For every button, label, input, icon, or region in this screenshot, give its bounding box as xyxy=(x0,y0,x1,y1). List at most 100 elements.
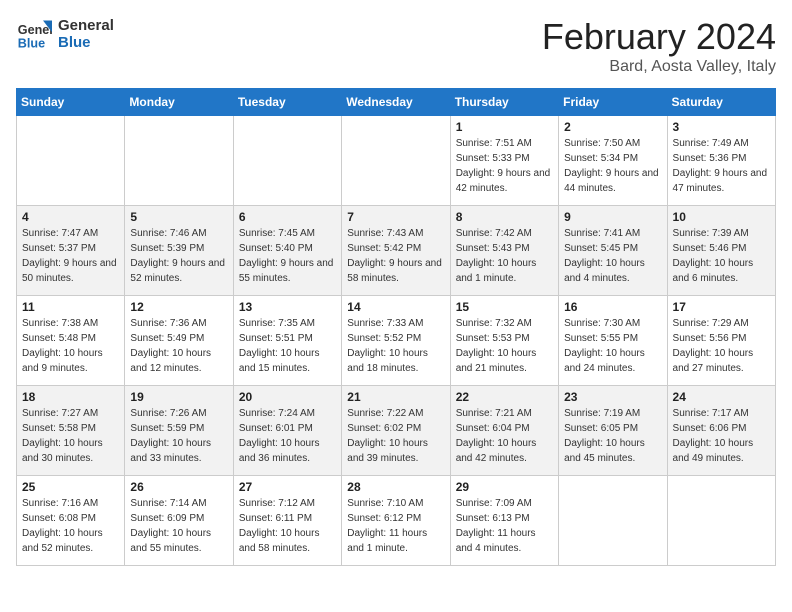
day-number: 5 xyxy=(130,210,227,224)
day-info: Sunrise: 7:45 AMSunset: 5:40 PMDaylight:… xyxy=(239,226,336,286)
day-number: 3 xyxy=(673,120,770,134)
calendar-day-cell xyxy=(667,476,775,566)
day-info: Sunrise: 7:27 AMSunset: 5:58 PMDaylight:… xyxy=(22,406,119,466)
day-info: Sunrise: 7:14 AMSunset: 6:09 PMDaylight:… xyxy=(130,496,227,556)
calendar-day-cell: 21Sunrise: 7:22 AMSunset: 6:02 PMDayligh… xyxy=(342,386,450,476)
calendar-day-cell: 19 Sunrise: 7:26 AMSunset: 5:59 PMDayligh… xyxy=(125,386,233,476)
calendar-header-cell: Sunday xyxy=(17,89,125,116)
logo-line1: General xyxy=(58,17,114,34)
day-info: Sunrise: 7:33 AMSunset: 5:52 PMDaylight:… xyxy=(347,316,444,376)
day-info: Sunrise: 7:41 AMSunset: 5:45 PMDaylight:… xyxy=(564,226,661,286)
day-number: 23 xyxy=(564,390,661,404)
calendar-day-cell: 10Sunrise: 7:39 AMSunset: 5:46 PMDayligh… xyxy=(667,206,775,296)
day-number: 28 xyxy=(347,480,444,494)
day-number: 25 xyxy=(22,480,119,494)
logo-icon: General Blue xyxy=(16,16,52,52)
calendar-day-cell xyxy=(559,476,667,566)
calendar-day-cell: 17Sunrise: 7:29 AMSunset: 5:56 PMDayligh… xyxy=(667,296,775,386)
calendar-day-cell: 7 Sunrise: 7:43 AMSunset: 5:42 PMDaylight… xyxy=(342,206,450,296)
day-number: 16 xyxy=(564,300,661,314)
day-info: Sunrise: 7:50 AMSunset: 5:34 PMDaylight:… xyxy=(564,136,661,196)
day-number: 4 xyxy=(22,210,119,224)
day-number: 18 xyxy=(22,390,119,404)
day-info: Sunrise: 7:51 AMSunset: 5:33 PMDaylight:… xyxy=(456,136,553,196)
day-number: 14 xyxy=(347,300,444,314)
calendar-week-row: 4 Sunrise: 7:47 AMSunset: 5:37 PMDaylight… xyxy=(17,206,776,296)
calendar-week-row: 18 Sunrise: 7:27 AMSunset: 5:58 PMDayligh… xyxy=(17,386,776,476)
calendar-day-cell xyxy=(233,116,341,206)
calendar-day-cell: 6 Sunrise: 7:45 AMSunset: 5:40 PMDaylight… xyxy=(233,206,341,296)
day-info: Sunrise: 7:30 AMSunset: 5:55 PMDaylight:… xyxy=(564,316,661,376)
day-info: Sunrise: 7:16 AMSunset: 6:08 PMDaylight:… xyxy=(22,496,119,556)
calendar-day-cell: 9 Sunrise: 7:41 AMSunset: 5:45 PMDaylight… xyxy=(559,206,667,296)
day-info: Sunrise: 7:12 AMSunset: 6:11 PMDaylight:… xyxy=(239,496,336,556)
calendar-header-cell: Monday xyxy=(125,89,233,116)
day-info: Sunrise: 7:10 AMSunset: 6:12 PMDaylight:… xyxy=(347,496,444,556)
title-section: February 2024 Bard, Aosta Valley, Italy xyxy=(542,16,776,76)
calendar-header-cell: Tuesday xyxy=(233,89,341,116)
calendar-day-cell: 15 Sunrise: 7:32 AMSunset: 5:53 PMDayligh… xyxy=(450,296,558,386)
calendar-header-cell: Friday xyxy=(559,89,667,116)
calendar-header-cell: Wednesday xyxy=(342,89,450,116)
day-info: Sunrise: 7:49 AMSunset: 5:36 PMDaylight:… xyxy=(673,136,770,196)
day-number: 22 xyxy=(456,390,553,404)
calendar-table: SundayMondayTuesdayWednesdayThursdayFrid… xyxy=(16,88,776,566)
calendar-day-cell: 25 Sunrise: 7:16 AMSunset: 6:08 PMDayligh… xyxy=(17,476,125,566)
day-number: 7 xyxy=(347,210,444,224)
day-number: 13 xyxy=(239,300,336,314)
day-info: Sunrise: 7:38 AMSunset: 5:48 PMDaylight:… xyxy=(22,316,119,376)
day-number: 15 xyxy=(456,300,553,314)
day-info: Sunrise: 7:22 AMSunset: 6:02 PMDaylight:… xyxy=(347,406,444,466)
day-number: 6 xyxy=(239,210,336,224)
day-info: Sunrise: 7:43 AMSunset: 5:42 PMDaylight:… xyxy=(347,226,444,286)
calendar-day-cell: 11 Sunrise: 7:38 AMSunset: 5:48 PMDayligh… xyxy=(17,296,125,386)
calendar-day-cell: 3 Sunrise: 7:49 AMSunset: 5:36 PMDaylight… xyxy=(667,116,775,206)
day-number: 20 xyxy=(239,390,336,404)
month-title: February 2024 xyxy=(542,16,776,58)
calendar-day-cell: 28 Sunrise: 7:10 AMSunset: 6:12 PMDayligh… xyxy=(342,476,450,566)
calendar-day-cell: 23 Sunrise: 7:19 AMSunset: 6:05 PMDayligh… xyxy=(559,386,667,476)
day-number: 29 xyxy=(456,480,553,494)
svg-text:Blue: Blue xyxy=(18,37,45,51)
day-info: Sunrise: 7:17 AMSunset: 6:06 PMDaylight:… xyxy=(673,406,770,466)
day-number: 9 xyxy=(564,210,661,224)
calendar-header-row: SundayMondayTuesdayWednesdayThursdayFrid… xyxy=(17,89,776,116)
day-info: Sunrise: 7:29 AMSunset: 5:56 PMDaylight:… xyxy=(673,316,770,376)
calendar-day-cell: 2Sunrise: 7:50 AMSunset: 5:34 PMDaylight… xyxy=(559,116,667,206)
day-info: Sunrise: 7:47 AMSunset: 5:37 PMDaylight:… xyxy=(22,226,119,286)
day-info: Sunrise: 7:26 AMSunset: 5:59 PMDaylight:… xyxy=(130,406,227,466)
calendar-day-cell: 24Sunrise: 7:17 AMSunset: 6:06 PMDayligh… xyxy=(667,386,775,476)
location-title: Bard, Aosta Valley, Italy xyxy=(542,58,776,76)
calendar-week-row: 11 Sunrise: 7:38 AMSunset: 5:48 PMDayligh… xyxy=(17,296,776,386)
calendar-day-cell xyxy=(342,116,450,206)
calendar-day-cell xyxy=(125,116,233,206)
day-number: 19 xyxy=(130,390,227,404)
calendar-day-cell: 4 Sunrise: 7:47 AMSunset: 5:37 PMDaylight… xyxy=(17,206,125,296)
page-header: General Blue General Blue February 2024 … xyxy=(16,16,776,76)
calendar-day-cell: 8Sunrise: 7:42 AMSunset: 5:43 PMDaylight… xyxy=(450,206,558,296)
calendar-day-cell: 29Sunrise: 7:09 AMSunset: 6:13 PMDayligh… xyxy=(450,476,558,566)
day-info: Sunrise: 7:19 AMSunset: 6:05 PMDaylight:… xyxy=(564,406,661,466)
calendar-week-row: 1Sunrise: 7:51 AMSunset: 5:33 PMDaylight… xyxy=(17,116,776,206)
calendar-day-cell: 27Sunrise: 7:12 AMSunset: 6:11 PMDayligh… xyxy=(233,476,341,566)
calendar-body: 1Sunrise: 7:51 AMSunset: 5:33 PMDaylight… xyxy=(17,116,776,566)
calendar-header-cell: Thursday xyxy=(450,89,558,116)
day-info: Sunrise: 7:24 AMSunset: 6:01 PMDaylight:… xyxy=(239,406,336,466)
calendar-day-cell: 14 Sunrise: 7:33 AMSunset: 5:52 PMDayligh… xyxy=(342,296,450,386)
calendar-day-cell: 5Sunrise: 7:46 AMSunset: 5:39 PMDaylight… xyxy=(125,206,233,296)
calendar-day-cell: 1Sunrise: 7:51 AMSunset: 5:33 PMDaylight… xyxy=(450,116,558,206)
day-info: Sunrise: 7:42 AMSunset: 5:43 PMDaylight:… xyxy=(456,226,553,286)
calendar-day-cell: 12Sunrise: 7:36 AMSunset: 5:49 PMDayligh… xyxy=(125,296,233,386)
calendar-day-cell: 22Sunrise: 7:21 AMSunset: 6:04 PMDayligh… xyxy=(450,386,558,476)
day-info: Sunrise: 7:36 AMSunset: 5:49 PMDaylight:… xyxy=(130,316,227,376)
calendar-day-cell: 16 Sunrise: 7:30 AMSunset: 5:55 PMDayligh… xyxy=(559,296,667,386)
day-info: Sunrise: 7:32 AMSunset: 5:53 PMDaylight:… xyxy=(456,316,553,376)
logo-line2: Blue xyxy=(58,34,114,51)
day-number: 11 xyxy=(22,300,119,314)
day-info: Sunrise: 7:35 AMSunset: 5:51 PMDaylight:… xyxy=(239,316,336,376)
calendar-day-cell: 26Sunrise: 7:14 AMSunset: 6:09 PMDayligh… xyxy=(125,476,233,566)
calendar-day-cell xyxy=(17,116,125,206)
logo: General Blue General Blue xyxy=(16,16,114,52)
calendar-day-cell: 20 Sunrise: 7:24 AMSunset: 6:01 PMDayligh… xyxy=(233,386,341,476)
calendar-day-cell: 13 Sunrise: 7:35 AMSunset: 5:51 PMDayligh… xyxy=(233,296,341,386)
